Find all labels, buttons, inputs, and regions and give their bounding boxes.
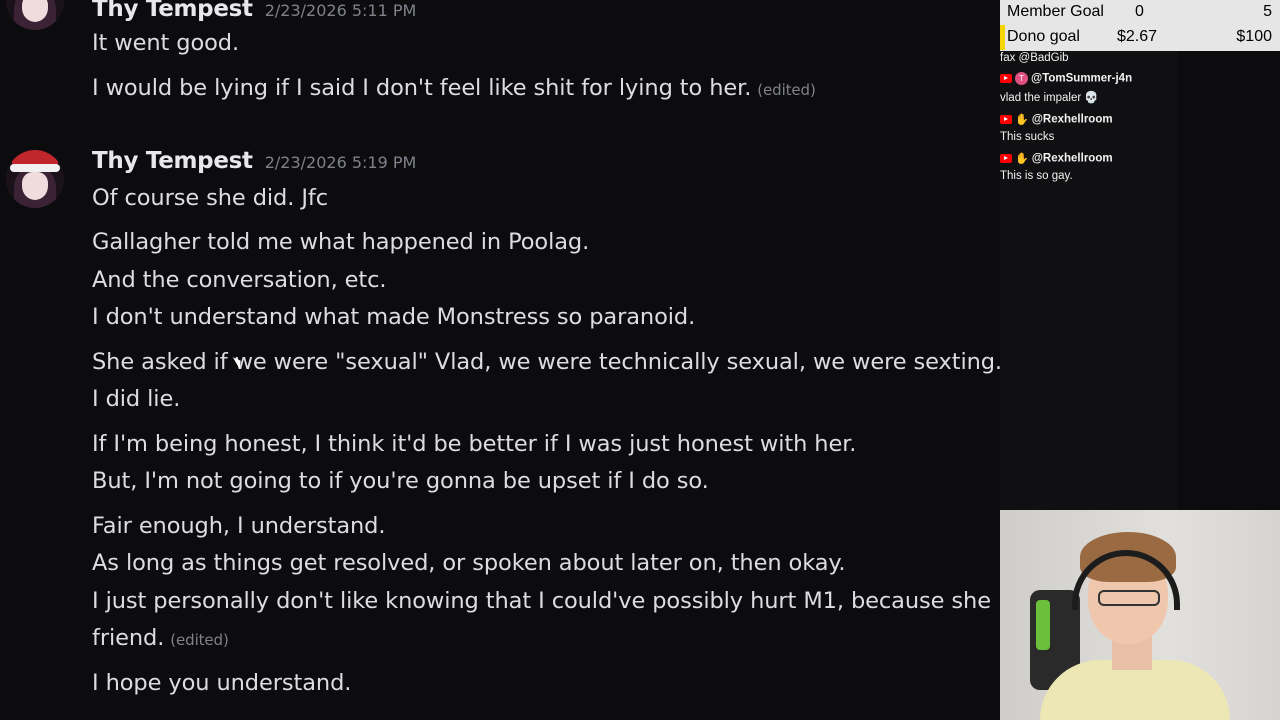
message-text: It went good. — [92, 30, 240, 56]
message-text: She asked if we were "sexual" Vlad, we w… — [92, 349, 1000, 375]
dono-progress-bar — [1000, 25, 1005, 50]
message-text: But, I'm not going to if you're gonna be… — [92, 468, 709, 494]
message-text: And the conversation, etc. — [92, 267, 387, 293]
chat-panel: Thy Tempest 2/23/2026 5:11 PM It went go… — [0, 0, 1000, 720]
message-text: friend. (edited) — [92, 625, 229, 651]
message-text: I did lie. — [92, 386, 181, 412]
chat-user-line: ✋ @Rexhellroom — [1000, 152, 1113, 165]
user-badge-icon: T — [1015, 72, 1028, 85]
edited-label: (edited) — [757, 81, 816, 99]
timestamp: 2/23/2026 5:19 PM — [264, 153, 417, 172]
chat-message: fax @BadGib — [1000, 52, 1069, 64]
chat-user-line: ✋ @Rexhellroom — [1000, 113, 1113, 126]
chat-user-line: T @TomSummer-j4n — [1000, 72, 1132, 85]
chat-username: @TomSummer-j4n — [1031, 72, 1133, 85]
message-text: Of course she did. Jfc — [92, 185, 328, 211]
youtube-icon — [1000, 154, 1012, 163]
username[interactable]: Thy Tempest — [92, 0, 253, 22]
chat-message: This sucks — [1000, 131, 1055, 143]
message-text: I would be lying if I said I don't feel … — [92, 75, 816, 101]
edited-label: (edited) — [170, 631, 229, 649]
member-goal-row: Member Goal 0 5 — [1000, 0, 1280, 25]
message-header: Thy Tempest 2/23/2026 5:19 PM — [92, 148, 416, 174]
youtube-icon — [1000, 115, 1012, 124]
goal-widget: Member Goal 0 5 Dono goal $2.67 $100 — [1000, 0, 1280, 51]
message-text: I just personally don't like knowing tha… — [92, 588, 991, 614]
hand-badge-icon: ✋ — [1015, 114, 1029, 126]
message-text: Gallagher told me what happened in Poola… — [92, 229, 590, 255]
member-goal-label: Member Goal — [1007, 3, 1104, 20]
message-text: If I'm being honest, I think it'd be bet… — [92, 431, 857, 457]
user-avatar[interactable] — [6, 150, 64, 208]
message-header: Thy Tempest 2/23/2026 5:11 PM — [92, 0, 416, 22]
hand-badge-icon: ✋ — [1015, 153, 1029, 165]
member-goal-current: 0 — [1135, 3, 1144, 20]
message-text: I hope you understand. — [92, 670, 352, 696]
chat-message: This is so gay. — [1000, 170, 1073, 182]
youtube-icon — [1000, 74, 1012, 83]
message-text: Fair enough, I understand. — [92, 513, 386, 539]
timestamp: 2/23/2026 5:11 PM — [264, 1, 417, 20]
chat-username: @Rexhellroom — [1031, 113, 1113, 126]
webcam-feed — [1000, 510, 1280, 720]
chat-message: vlad the impaler 💀 — [1000, 92, 1099, 104]
dono-goal-label: Dono goal — [1007, 28, 1080, 45]
dono-goal-current: $2.67 — [1117, 28, 1158, 45]
dono-goal-row: Dono goal $2.67 $100 — [1000, 25, 1280, 50]
username[interactable]: Thy Tempest — [92, 148, 253, 174]
member-goal-target: 5 — [1263, 3, 1272, 20]
chat-username: @Rexhellroom — [1031, 152, 1113, 165]
message-text: As long as things get resolved, or spoke… — [92, 550, 846, 576]
dono-goal-target: $100 — [1236, 28, 1272, 45]
message-text: I don't understand what made Monstress s… — [92, 304, 696, 330]
user-avatar[interactable] — [6, 0, 64, 30]
